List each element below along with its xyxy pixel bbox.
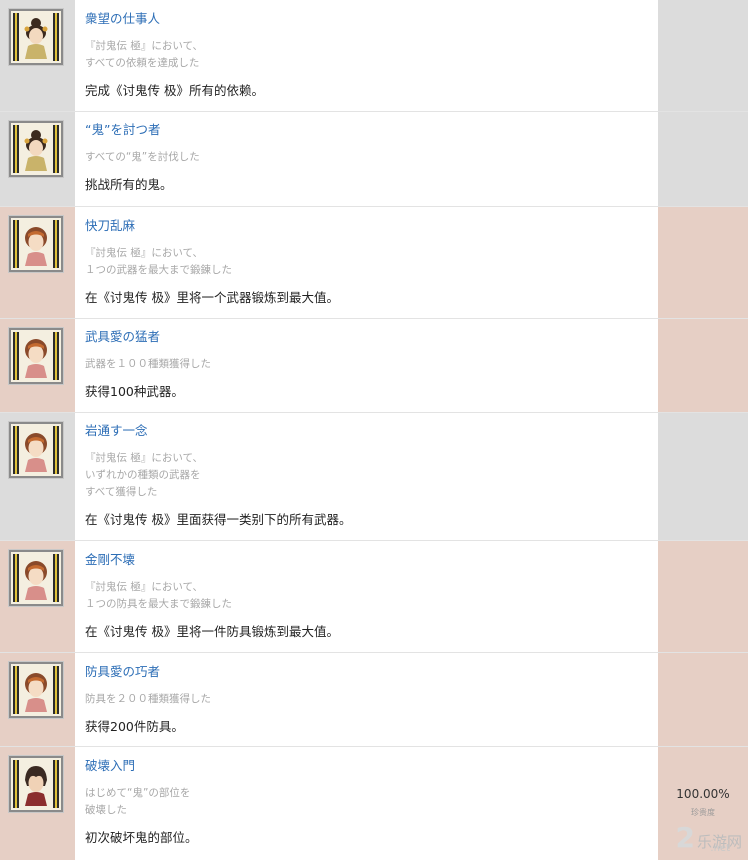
male-dark-hair-icon: [9, 756, 63, 812]
rarity-column: [658, 541, 748, 652]
achievement-desc-jp: 『討鬼伝 極』において、 すべての依頼を達成した: [85, 40, 203, 69]
achievement-title[interactable]: “鬼”を討つ者: [85, 122, 160, 138]
achievement-desc-cn: 在《讨鬼传 极》里将一件防具锻炼到最大值。: [85, 624, 339, 639]
achievement-desc-cn: 在《讨鬼传 极》里将一个武器锻炼到最大值。: [85, 290, 339, 305]
rarity-column: [658, 0, 748, 111]
female-brown-hair-icon: [9, 550, 63, 606]
achievement-title[interactable]: 破壊入門: [85, 758, 135, 774]
achievement-desc-jp: 『討鬼伝 極』において、 １つの武器を最大まで鍛錬した: [85, 247, 232, 276]
achievement-desc-jp: はじめて“鬼”の部位を 破壊した: [85, 787, 191, 816]
achievement-row[interactable]: 破壊入門 はじめて“鬼”の部位を 破壊した 初次破坏鬼的部位。 100.00% …: [0, 747, 748, 860]
female-brown-hair-icon: [9, 328, 63, 384]
achievement-row[interactable]: 金剛不壊 『討鬼伝 極』において、 １つの防具を最大まで鍛錬した 在《讨鬼传 极…: [0, 541, 748, 653]
achievement-row[interactable]: 快刀乱麻 『討鬼伝 極』において、 １つの武器を最大まで鍛錬した 在《讨鬼传 极…: [0, 207, 748, 319]
achievement-desc-jp: 武器を１００種類獲得した: [85, 358, 211, 370]
achievement-desc-cn: 获得200件防具。: [85, 719, 184, 734]
rarity-column: [658, 413, 748, 540]
icon-column: [0, 319, 75, 412]
female-brown-hair-icon: [9, 216, 63, 272]
achievement-title[interactable]: 衆望の仕事人: [85, 11, 160, 27]
achievement-desc-jp: 『討鬼伝 極』において、 １つの防具を最大まで鍛錬した: [85, 581, 232, 610]
watermark-domain: .net: [710, 843, 730, 854]
achievement-desc-jp: 『討鬼伝 極』において、 いずれかの種類の武器を すべて獲得した: [85, 452, 203, 498]
watermark-number: 2: [675, 821, 695, 854]
icon-column: [0, 0, 75, 111]
rarity-column: [658, 112, 748, 206]
achievement-desc-cn: 挑战所有的鬼。: [85, 177, 173, 192]
achievement-desc-jp: 防具を２００種類獲得した: [85, 693, 211, 705]
rarity-column: [658, 207, 748, 318]
rarity-column: [658, 653, 748, 746]
achievement-desc-cn: 在《讨鬼传 极》里面获得一类别下的所有武器。: [85, 512, 352, 527]
icon-column: [0, 207, 75, 318]
achievement-list: 衆望の仕事人 『討鬼伝 極』において、 すべての依頼を達成した 完成《讨鬼传 极…: [0, 0, 748, 860]
achievement-row[interactable]: 防具愛の巧者 防具を２００種類獲得した 获得200件防具。: [0, 653, 748, 747]
rarity-percent: 100.00%: [676, 787, 730, 801]
achievement-row[interactable]: 武具愛の猛者 武器を１００種類獲得した 获得100种武器。: [0, 319, 748, 413]
female-ornate-hair-icon: [9, 9, 63, 65]
icon-column: [0, 112, 75, 206]
icon-column: [0, 541, 75, 652]
achievement-row[interactable]: 岩通す一念 『討鬼伝 極』において、 いずれかの種類の武器を すべて獲得した 在…: [0, 413, 748, 541]
achievement-row[interactable]: “鬼”を討つ者 すべての“鬼”を討伐した 挑战所有的鬼。: [0, 112, 748, 207]
site-watermark: 2 乐游网 .net: [676, 821, 743, 854]
achievement-row[interactable]: 衆望の仕事人 『討鬼伝 極』において、 すべての依頼を達成した 完成《讨鬼传 极…: [0, 0, 748, 112]
achievement-title[interactable]: 岩通す一念: [85, 423, 148, 439]
achievement-title[interactable]: 金剛不壊: [85, 552, 135, 568]
achievement-desc-cn: 获得100种武器。: [85, 384, 184, 399]
rarity-label: 珍贵度: [691, 808, 715, 817]
achievement-desc-jp: すべての“鬼”を討伐した: [85, 151, 200, 163]
female-ornate-hair-icon: [9, 121, 63, 177]
icon-column: [0, 653, 75, 746]
achievement-title[interactable]: 防具愛の巧者: [85, 664, 160, 680]
icon-column: [0, 747, 75, 860]
female-brown-hair-icon: [9, 422, 63, 478]
female-brown-hair-icon: [9, 662, 63, 718]
achievement-title[interactable]: 快刀乱麻: [85, 218, 135, 234]
achievement-desc-cn: 初次破坏鬼的部位。: [85, 830, 198, 845]
achievement-title[interactable]: 武具愛の猛者: [85, 329, 160, 345]
achievement-desc-cn: 完成《讨鬼传 极》所有的依赖。: [85, 83, 264, 98]
icon-column: [0, 413, 75, 540]
rarity-column: [658, 319, 748, 412]
